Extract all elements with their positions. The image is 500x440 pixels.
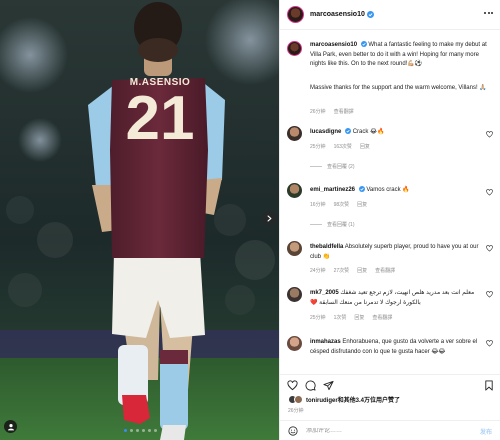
carousel-dot xyxy=(148,429,151,432)
like-heart-icon[interactable] xyxy=(287,380,298,391)
share-paper-plane-icon[interactable] xyxy=(323,380,334,391)
comment-time: 25分钟 xyxy=(310,144,326,150)
view-replies-label: 查看回覆 (2) xyxy=(327,164,355,170)
verified-badge-icon xyxy=(358,186,365,193)
like-comment-heart-icon[interactable] xyxy=(486,291,493,298)
verified-badge-icon xyxy=(360,41,367,48)
comment-username[interactable]: inmahazas xyxy=(310,339,341,345)
view-replies-link[interactable]: 查看回覆 (2) xyxy=(310,163,355,170)
post-side-panel: marcoasensio10 marcoasensio10 What a fan… xyxy=(279,0,500,440)
comment-avatar[interactable] xyxy=(287,241,302,256)
comment-username[interactable]: mk7_2005 xyxy=(310,290,339,296)
carousel-dot xyxy=(142,429,145,432)
comment-avatar[interactable] xyxy=(287,126,302,141)
view-replies-label: 查看回覆 (1) xyxy=(327,222,355,228)
post-time: 26分钟 xyxy=(288,408,304,414)
reply-link[interactable]: 回复 xyxy=(357,201,367,208)
caption-meta: 26分钟 查看翻譯 xyxy=(310,108,354,115)
carousel-dot xyxy=(136,429,139,432)
caption-text: marcoasensio10 What a fantastic feeling … xyxy=(310,41,494,70)
like-comment-heart-icon[interactable] xyxy=(486,245,493,252)
carousel-dots xyxy=(124,429,157,432)
user-icon xyxy=(7,423,14,430)
caption-text-2: Massive thanks for the support and the w… xyxy=(310,85,487,91)
chevron-right-icon xyxy=(267,215,272,222)
like-comment-heart-icon[interactable] xyxy=(486,131,493,138)
verified-badge-icon xyxy=(366,11,374,18)
post-actions: tonirudiger和其他3.4万位用户赞了 26分钟 发布 xyxy=(280,374,500,440)
post-comment-button[interactable]: 发布 xyxy=(480,427,492,436)
reply-link[interactable]: 回复 xyxy=(360,143,370,150)
comment-likes[interactable]: 1次赞 xyxy=(334,314,347,321)
post-media[interactable]: M.ASENSIO 21 xyxy=(0,0,279,440)
like-comment-heart-icon[interactable] xyxy=(486,189,493,196)
comment-meta: 24分钟 27次赞 回复 查看翻譯 xyxy=(310,267,395,274)
jersey-number: 21 xyxy=(125,84,195,153)
post-photo xyxy=(0,0,279,440)
comment-text: lucasdigne Crack 😂🔥 xyxy=(310,128,470,138)
comment-body: Crack 😂🔥 xyxy=(352,129,385,135)
see-translation-link[interactable]: 查看翻譯 xyxy=(372,314,392,321)
bookmark-icon[interactable] xyxy=(484,380,494,391)
comment-username[interactable]: lucasdigne xyxy=(310,129,341,135)
comment-likes[interactable]: 163次赞 xyxy=(334,143,352,150)
next-photo-button[interactable] xyxy=(262,211,277,226)
add-comment-bar: 发布 xyxy=(280,420,500,440)
comment-time: 16分钟 xyxy=(310,202,326,208)
likes-text: tonirudiger和其他3.4万位用户赞了 xyxy=(306,398,401,404)
comment-avatar[interactable] xyxy=(287,287,302,302)
comment-text: thebaldfella Absolutely superb player, p… xyxy=(310,243,482,262)
comment-time: 25分钟 xyxy=(310,315,326,321)
reply-link[interactable]: 回复 xyxy=(357,267,367,274)
author-avatar[interactable] xyxy=(287,6,304,23)
see-translation-link[interactable]: 查看翻譯 xyxy=(334,108,354,115)
comment-avatar[interactable] xyxy=(287,183,302,198)
caption-avatar[interactable] xyxy=(287,41,302,56)
caption-username[interactable]: marcoasensio10 xyxy=(310,42,357,48)
post-header: marcoasensio10 xyxy=(280,0,500,30)
divider xyxy=(310,224,322,225)
comment-text: mk7_2005 معلم انت بعد مدريد هلص انهيت، ل… xyxy=(310,289,482,308)
author-username[interactable]: marcoasensio10 xyxy=(310,11,365,18)
tagged-users-button[interactable] xyxy=(4,420,17,433)
comment-text: emi_martinez26 Vamos crack 🔥 xyxy=(310,186,470,196)
action-icons xyxy=(287,380,334,391)
comment-input[interactable] xyxy=(306,428,456,434)
comment-meta: 25分钟 163次赞 回复 xyxy=(310,143,370,150)
more-options-icon[interactable] xyxy=(484,12,493,14)
caption-time: 26分钟 xyxy=(310,109,326,115)
comment-text: inmahazas Enhorabuena, que gusto da volv… xyxy=(310,338,482,357)
emoji-icon[interactable] xyxy=(288,426,298,436)
carousel-dot xyxy=(130,429,133,432)
comment-likes[interactable]: 98次赞 xyxy=(334,201,350,208)
reply-link[interactable]: 回复 xyxy=(354,314,364,321)
comment-username[interactable]: thebaldfella xyxy=(310,244,343,250)
see-translation-link[interactable]: 查看翻譯 xyxy=(375,267,395,274)
comment-meta: 16分钟 98次赞 回复 xyxy=(310,201,367,208)
verified-badge-icon xyxy=(345,128,352,135)
comment-likes[interactable]: 27次赞 xyxy=(334,267,350,274)
liker-avatars xyxy=(288,395,303,404)
divider xyxy=(310,166,322,167)
comment-avatar[interactable] xyxy=(287,336,302,351)
carousel-dot xyxy=(124,429,127,432)
like-comment-heart-icon[interactable] xyxy=(486,340,493,347)
comments-list[interactable]: marcoasensio10 What a fantastic feeling … xyxy=(280,31,500,374)
comment-time: 24分钟 xyxy=(310,268,326,274)
comment-username[interactable]: emi_martinez26 xyxy=(310,187,355,193)
comment-meta: 25分钟 1次赞 回复 查看翻譯 xyxy=(310,314,392,321)
avatar xyxy=(294,395,303,404)
likes-summary[interactable]: tonirudiger和其他3.4万位用户赞了 xyxy=(288,395,400,404)
view-replies-link[interactable]: 查看回覆 (1) xyxy=(310,221,355,228)
comment-icon[interactable] xyxy=(305,380,316,391)
carousel-dot xyxy=(154,429,157,432)
comment-body: Vamos crack 🔥 xyxy=(366,187,410,193)
